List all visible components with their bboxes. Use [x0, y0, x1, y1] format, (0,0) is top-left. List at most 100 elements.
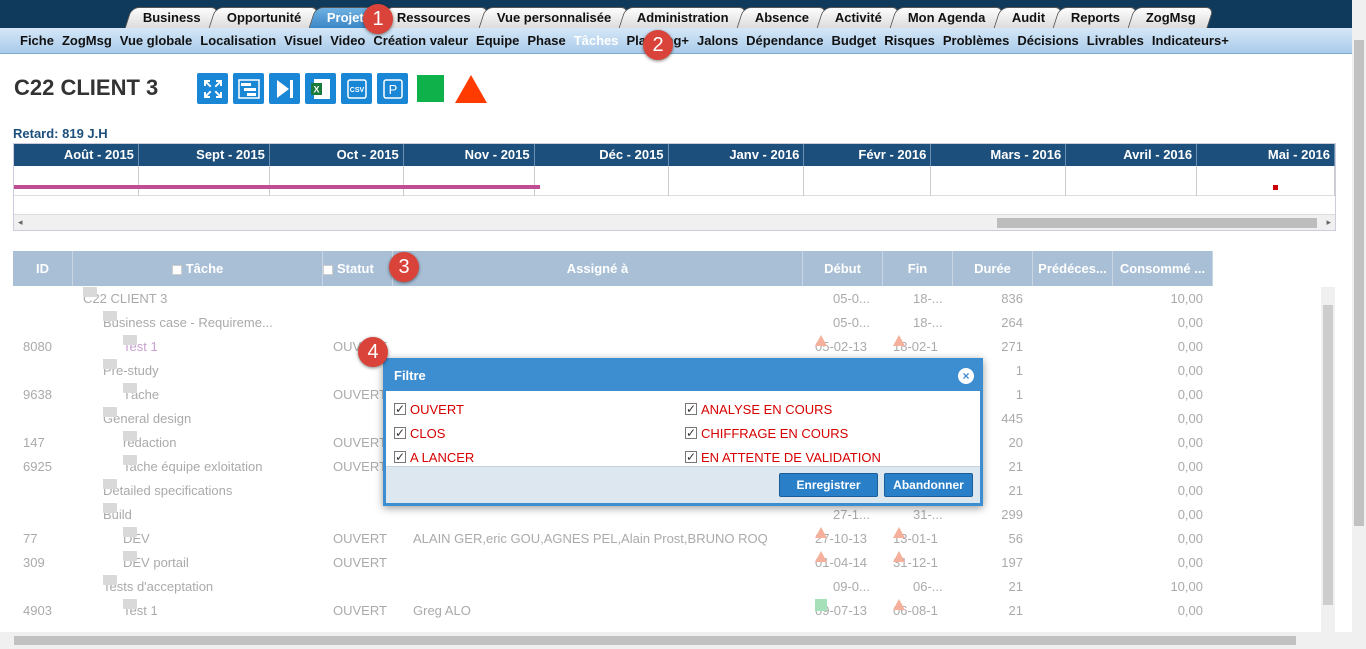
table-scroll-thumb[interactable]: [1323, 305, 1333, 605]
gantt-month-header: Avril - 2016: [1066, 144, 1198, 166]
subnav-item-video[interactable]: Video: [330, 28, 365, 54]
column-header-tache[interactable]: Tâche: [73, 251, 323, 286]
gantt-month-cell: [404, 166, 535, 196]
subnav-item-zogmsg[interactable]: ZogMsg: [62, 28, 112, 54]
tab-label: Ressources: [397, 10, 471, 25]
page-horizontal-scrollbar[interactable]: [0, 632, 1352, 649]
cancel-button[interactable]: Abandonner: [884, 473, 973, 497]
close-icon[interactable]: ×: [958, 368, 974, 384]
task-name[interactable]: Tests d'acceptation: [103, 579, 213, 594]
expand-all-checkbox[interactable]: [171, 264, 182, 275]
column-header-id[interactable]: ID: [13, 251, 73, 286]
subnav-item-livrables[interactable]: Livrables: [1087, 28, 1144, 54]
skip-next-button[interactable]: [269, 73, 300, 104]
task-name[interactable]: Detailed specifications: [103, 483, 232, 498]
filter-option-analyse-en-cours[interactable]: ANALYSE EN COURS: [685, 400, 832, 419]
tab-reports[interactable]: Reports: [1052, 7, 1139, 28]
scroll-right-arrow-icon[interactable]: ▸: [1326, 217, 1331, 228]
page-vertical-scrollbar[interactable]: [1352, 0, 1366, 649]
filter-option-a-lancer[interactable]: A LANCER: [394, 448, 474, 467]
column-header-consomme[interactable]: Consommé ...: [1113, 251, 1213, 286]
column-header-statut[interactable]: Statut: [323, 251, 393, 286]
page-hscroll-thumb[interactable]: [14, 636, 1296, 645]
table-row[interactable]: Build 27-1... 31-... 299 0,00: [13, 503, 1321, 527]
gantt-milestone-marker[interactable]: [1273, 185, 1278, 190]
subnav-item-taches[interactable]: Tâches: [574, 28, 619, 54]
table-row[interactable]: 77 DEV OUVERT ALAIN GER,eric GOU,AGNES PEL,…: [13, 527, 1321, 551]
filter-option-chiffrage-en-cours[interactable]: CHIFFRAGE EN COURS: [685, 424, 849, 443]
tab-mon-agenda[interactable]: Mon Agenda: [889, 7, 1005, 28]
tab-absence[interactable]: Absence: [736, 7, 828, 28]
subnav-item-risques[interactable]: Risques: [884, 28, 935, 54]
excel-export-button[interactable]: X: [305, 73, 336, 104]
tab-ressources[interactable]: Ressources: [378, 7, 490, 28]
task-name[interactable]: Business case - Requireme...: [103, 315, 273, 330]
filter-option-ouvert[interactable]: OUVERT: [394, 400, 464, 419]
status-filter-checkbox[interactable]: [323, 264, 333, 275]
checkbox-checked-icon[interactable]: [685, 400, 697, 418]
app-root: Business Opportunité Projets Ressources Vue …: [0, 0, 1366, 649]
subnav-item-equipe[interactable]: Equipe: [476, 28, 519, 54]
checkbox-checked-icon[interactable]: [394, 448, 406, 466]
subnav-item-indicateurs[interactable]: Indicateurs+: [1152, 28, 1229, 54]
subnav-item-creation-valeur[interactable]: Création valeur: [373, 28, 468, 54]
subnav-item-budget[interactable]: Budget: [831, 28, 876, 54]
checkbox-checked-icon[interactable]: [685, 448, 697, 466]
debut-text: 27-1...: [833, 507, 870, 522]
tab-business[interactable]: Business: [124, 7, 220, 28]
task-name[interactable]: Tache équipe exloitation: [123, 459, 263, 474]
tab-vue-personnalisee[interactable]: Vue personnalisée: [478, 7, 630, 28]
csv-export-button[interactable]: CSV: [341, 73, 372, 104]
filter-option-en-attente-de-validation[interactable]: EN ATTENTE DE VALIDATION: [685, 448, 881, 467]
tab-activite[interactable]: Activité: [816, 7, 901, 28]
tab-administration[interactable]: Administration: [618, 7, 748, 28]
scroll-left-arrow-icon[interactable]: ◂: [18, 217, 23, 228]
page-scroll-thumb[interactable]: [1354, 40, 1364, 526]
gantt-task-bar[interactable]: [14, 185, 540, 189]
column-header-fin[interactable]: Fin: [883, 251, 953, 286]
table-row[interactable]: 4903 Test 1 OUVERT Greg ALO 09-07-13 06-08-…: [13, 599, 1321, 623]
cell-task: Tache équipe exloitation: [123, 455, 313, 479]
subnav-item-localisation[interactable]: Localisation: [200, 28, 276, 54]
cell-task: Test 1: [123, 335, 313, 359]
filter-option-label: CHIFFRAGE EN COURS: [701, 426, 849, 441]
table-row[interactable]: 309 DEV portail OUVERT 01-04-14 31-12-1 197…: [13, 551, 1321, 575]
cell-statut: OUVERT: [333, 459, 387, 474]
cell-assigne: Greg ALO: [413, 603, 471, 618]
gantt-scroll-thumb[interactable]: [997, 218, 1317, 228]
subnav-item-phase[interactable]: Phase: [527, 28, 565, 54]
subnav-item-vue-globale[interactable]: Vue globale: [120, 28, 192, 54]
fin-text: 18-...: [913, 315, 943, 330]
gantt-button[interactable]: [233, 73, 264, 104]
tab-opportunite[interactable]: Opportunité: [208, 7, 320, 28]
table-row[interactable]: 8080Test 1OUVERT 05-02-13 18-02-12710,00: [13, 335, 1321, 359]
column-header-label: Statut: [337, 261, 374, 276]
table-vertical-scrollbar[interactable]: [1321, 287, 1335, 632]
column-header-debut[interactable]: Début: [803, 251, 883, 286]
subnav-item-decisions[interactable]: Décisions: [1017, 28, 1078, 54]
filter-option-clos[interactable]: CLOS: [394, 424, 445, 443]
subnav-item-dependance[interactable]: Dépendance: [746, 28, 823, 54]
column-header-predecesseurs[interactable]: Prédéces...: [1033, 251, 1113, 286]
gantt-horizontal-scrollbar[interactable]: ◂ ▸: [14, 214, 1335, 230]
table-row[interactable]: Tests d'acceptation 09-0... 06-... 21 10,00: [13, 575, 1321, 599]
subnav-item-visuel[interactable]: Visuel: [284, 28, 322, 54]
expand-button[interactable]: [197, 73, 228, 104]
table-row[interactable]: C22 CLIENT 3 05-0... 18-... 836 10,00: [13, 287, 1321, 311]
cell-consomme: 0,00: [1177, 483, 1203, 498]
gantt-chart: Août - 2015 Sept - 2015 Oct - 2015 Nov - 20…: [13, 143, 1336, 231]
excel-icon-text: X: [313, 84, 319, 94]
table-row[interactable]: Business case - Requireme... 05-0... 18-..…: [13, 311, 1321, 335]
subnav-item-jalons[interactable]: Jalons: [697, 28, 738, 54]
checkbox-checked-icon[interactable]: [394, 424, 406, 442]
column-header-assigne[interactable]: Assigné à: [393, 251, 803, 286]
subnav-item-problemes[interactable]: Problèmes: [943, 28, 1009, 54]
subnav-item-fiche[interactable]: Fiche: [20, 28, 54, 54]
tab-zogmsg[interactable]: ZogMsg: [1127, 7, 1215, 28]
p-button[interactable]: P: [377, 73, 408, 104]
save-button[interactable]: Enregistrer: [779, 473, 878, 497]
checkbox-checked-icon[interactable]: [685, 424, 697, 442]
cell-task: Business case - Requireme...: [103, 311, 313, 335]
column-header-duree[interactable]: Durée: [953, 251, 1033, 286]
checkbox-checked-icon[interactable]: [394, 400, 406, 418]
